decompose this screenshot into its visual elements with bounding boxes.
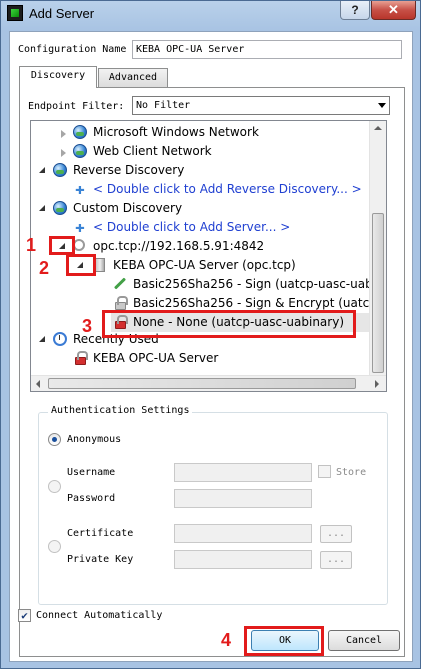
pencil-icon <box>113 277 127 290</box>
plus-icon: ✚ <box>75 179 85 198</box>
annotation-number-3: 3 <box>82 316 93 336</box>
clock-icon <box>53 332 67 346</box>
annotation-box-3 <box>102 310 356 338</box>
endpoint-filter-label: Endpoint Filter: <box>28 101 125 112</box>
globe-icon <box>73 125 87 139</box>
private-key-label: Private Key <box>67 554 134 565</box>
chevron-down-icon <box>378 103 386 108</box>
password-input[interactable] <box>174 489 312 508</box>
tree-horizontal-scrollbar[interactable] <box>31 375 386 391</box>
scroll-right-button[interactable] <box>369 376 385 391</box>
username-label: Username <box>67 467 116 478</box>
expand-arrow-icon[interactable] <box>61 130 66 138</box>
tree-item-recent-keba-server[interactable]: KEBA OPC-UA Server <box>93 349 218 368</box>
tab-discovery[interactable]: Discovery <box>19 66 97 88</box>
certificate-input[interactable] <box>174 524 312 543</box>
endpoint-filter-value: No Filter <box>136 100 191 111</box>
arrow-up-icon <box>374 126 382 130</box>
arrow-right-icon <box>375 380 379 388</box>
config-name-label: Configuration Name <box>18 44 127 55</box>
annotation-number-2: 2 <box>39 258 50 278</box>
arrow-left-icon <box>36 380 40 388</box>
annotation-box-2 <box>66 254 96 276</box>
tab-advanced[interactable]: Advanced <box>98 68 168 87</box>
certificate-radio[interactable] <box>48 540 61 553</box>
lock-icon <box>115 296 128 310</box>
private-key-browse-button[interactable]: ... <box>320 551 352 569</box>
certificate-browse-button[interactable]: ... <box>320 525 352 543</box>
lock-open-red-icon <box>75 351 88 365</box>
authentication-title: Authentication Settings <box>48 405 193 416</box>
config-name-input[interactable]: KEBA OPC-UA Server <box>132 40 402 59</box>
help-button[interactable]: ? <box>340 1 370 20</box>
scroll-left-button[interactable] <box>31 376 47 391</box>
horizontal-scroll-thumb[interactable] <box>48 378 356 389</box>
tree-vertical-scrollbar[interactable] <box>369 121 386 376</box>
plus-icon: ✚ <box>75 217 85 236</box>
window-title: Add Server <box>29 6 95 21</box>
private-key-input[interactable] <box>174 550 312 569</box>
certificate-label: Certificate <box>67 528 134 539</box>
cancel-button[interactable]: Cancel <box>328 630 400 651</box>
tree-item-microsoft-windows-network[interactable]: Microsoft Windows Network <box>93 123 259 142</box>
annotation-box-4 <box>244 626 324 656</box>
tree-item-keba-server[interactable]: KEBA OPC-UA Server (opc.tcp) <box>113 256 296 275</box>
expand-arrow-icon[interactable] <box>61 149 66 157</box>
dialog-body: Configuration Name KEBA OPC-UA Server Di… <box>9 31 413 662</box>
tree-item-reverse-discovery[interactable]: Reverse Discovery <box>73 161 184 180</box>
connect-automatically-checkbox[interactable]: ✔ <box>18 609 31 622</box>
tree-item-add-server[interactable]: < Double click to Add Server... > <box>93 218 290 237</box>
vertical-scroll-thumb[interactable] <box>372 213 384 373</box>
anonymous-label: Anonymous <box>67 434 122 445</box>
collapse-arrow-icon[interactable] <box>39 336 45 342</box>
tree-item-opc-tcp-url[interactable]: opc.tcp://192.168.5.91:4842 <box>93 237 264 256</box>
store-label: Store <box>336 467 367 478</box>
anonymous-radio[interactable] <box>48 433 61 446</box>
globe-icon <box>53 163 67 177</box>
username-radio[interactable] <box>48 480 61 493</box>
tree-item-web-client-network[interactable]: Web Client Network <box>93 142 212 161</box>
collapse-arrow-icon[interactable] <box>39 167 45 173</box>
store-checkbox[interactable] <box>318 465 331 478</box>
app-icon <box>7 5 23 21</box>
tree-item-basic256-sign[interactable]: Basic256Sha256 - Sign (uatcp-uasc-uabir <box>133 275 381 294</box>
close-button[interactable]: ✕ <box>371 1 416 20</box>
server-icon <box>95 258 105 272</box>
connect-automatically-label: Connect Automatically <box>36 610 163 621</box>
add-server-dialog: Add Server ? ✕ Configuration Name KEBA O… <box>0 0 421 669</box>
title-bar[interactable]: Add Server ? ✕ <box>1 1 420 27</box>
username-input[interactable] <box>174 463 312 482</box>
annotation-box-1 <box>49 236 75 255</box>
tree-item-add-reverse-discovery[interactable]: < Double click to Add Reverse Discovery.… <box>93 180 362 199</box>
password-label: Password <box>67 493 116 504</box>
globe-icon <box>53 201 67 215</box>
globe-icon <box>73 144 87 158</box>
annotation-number-4: 4 <box>221 630 232 650</box>
scroll-up-button[interactable] <box>370 121 386 137</box>
annotation-number-1: 1 <box>26 235 37 255</box>
tree-item-custom-discovery[interactable]: Custom Discovery <box>73 199 182 218</box>
endpoint-filter-select[interactable]: No Filter <box>132 96 390 115</box>
collapse-arrow-icon[interactable] <box>39 205 45 211</box>
